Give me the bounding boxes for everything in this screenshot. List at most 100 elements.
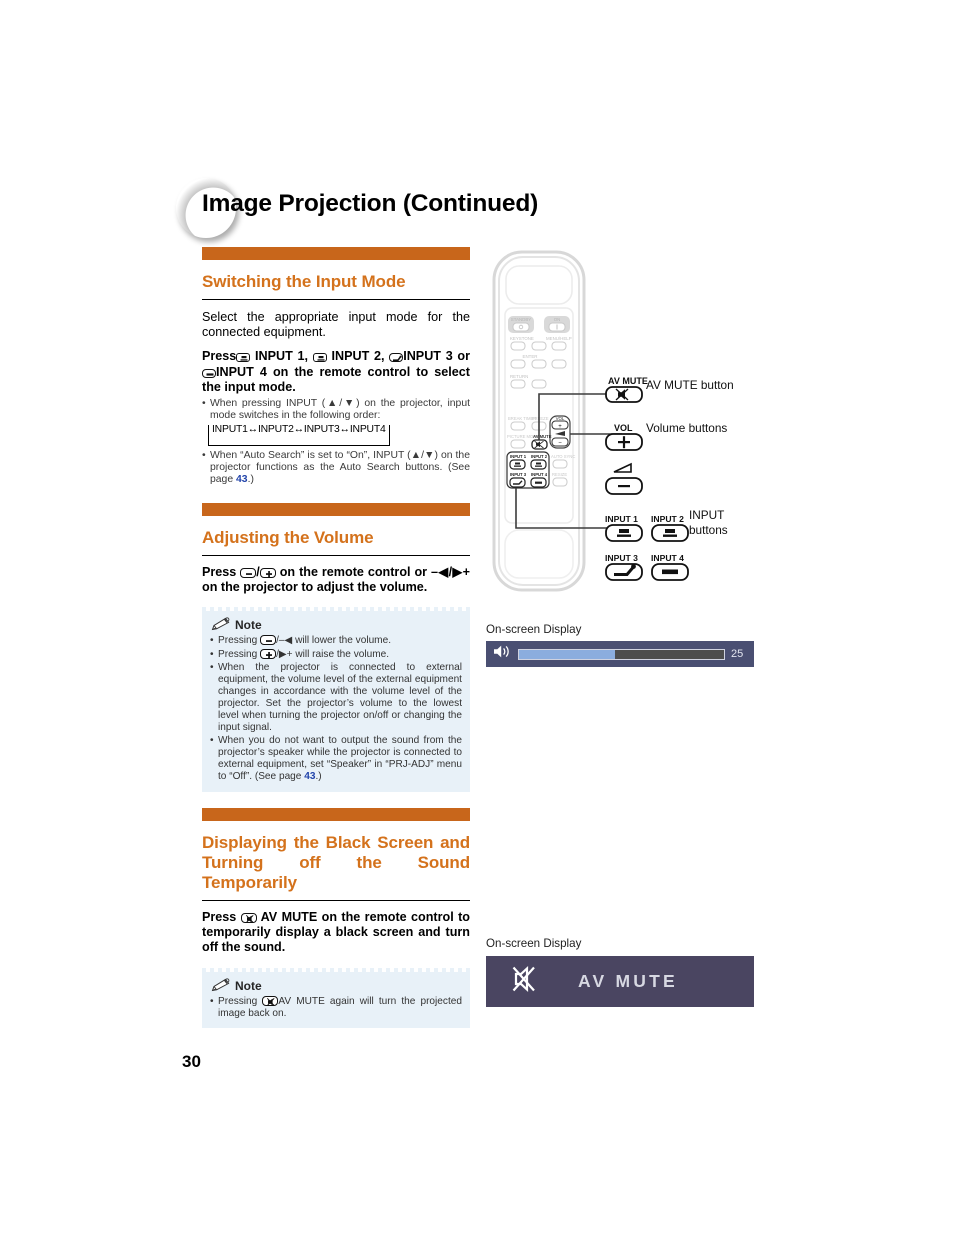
svg-text:INPUT 4: INPUT 4 bbox=[651, 553, 684, 563]
input-loop-diagram: INPUT1↔INPUT2↔INPUT3↔INPUT4 bbox=[208, 424, 390, 447]
input2-key-icon bbox=[312, 353, 327, 363]
svg-text:INPUT 3: INPUT 3 bbox=[510, 472, 527, 477]
svg-text:MENU/HELP: MENU/HELP bbox=[546, 336, 572, 341]
osd-volume-bar: 25 bbox=[486, 641, 754, 667]
page-number: 30 bbox=[182, 1052, 201, 1071]
volume-up-key-icon bbox=[259, 567, 276, 578]
note-speaker-off: When you do not want to output the sound… bbox=[210, 735, 462, 783]
callout-input-buttons-line1: INPUT bbox=[689, 508, 725, 522]
note-external-equipment: When the projector is connected to exter… bbox=[210, 662, 462, 735]
callout-key-illustrations: AV MUTE VOL INPUT 1 INPUT 2 INPUT 3 INPU… bbox=[605, 376, 689, 581]
svg-text:INPUT 2: INPUT 2 bbox=[531, 454, 548, 459]
note-header-volume: Note bbox=[210, 617, 462, 632]
volume-instruction: Press / on the remote control or –◀/▶+ o… bbox=[202, 564, 471, 595]
note-avmute-again: Pressing AV MUTE again will turn the pro… bbox=[210, 995, 462, 1020]
note-title-avmute: Note bbox=[235, 978, 262, 993]
heading-rule-avmute bbox=[202, 899, 470, 901]
svg-text:RETURN: RETURN bbox=[510, 374, 528, 379]
svg-text:FREEZE: FREEZE bbox=[532, 416, 549, 421]
note-avmute-prefix: Pressing bbox=[218, 995, 258, 1007]
avmute-instruction: Press AV MUTE on the remote control to t… bbox=[202, 910, 470, 956]
left-column: Switching the Input Mode Select the appr… bbox=[202, 247, 470, 1028]
note-volume-lower: Pressing /–◀ will lower the volume. bbox=[210, 635, 462, 648]
svg-text:INPUT 2: INPUT 2 bbox=[651, 514, 684, 524]
note-box-avmute: Note Pressing AV MUTE again will turn th… bbox=[202, 967, 470, 1028]
press-word: Press bbox=[202, 349, 237, 364]
bullet-auto-search: When “Auto Search” is set to “On”, INPUT… bbox=[202, 450, 470, 487]
heading-rule-volume bbox=[202, 554, 470, 556]
section-divider-bar-volume bbox=[202, 502, 470, 516]
volume-down-key-icon bbox=[240, 567, 257, 578]
svg-text:INPUT 3: INPUT 3 bbox=[605, 553, 638, 563]
svg-text:RESIZE: RESIZE bbox=[552, 472, 567, 477]
volume-up-key-icon-note bbox=[260, 648, 277, 659]
volume-level-track[interactable] bbox=[518, 648, 725, 660]
osd-avmute-text: AV MUTE bbox=[578, 971, 678, 991]
page-reference-43a[interactable]: 43 bbox=[236, 474, 248, 485]
callout-input-buttons-line2: buttons bbox=[689, 523, 728, 537]
callout-av-mute-button: AV MUTE button bbox=[646, 378, 734, 392]
heading-rule bbox=[202, 299, 470, 300]
input1-label: INPUT 1, bbox=[255, 349, 309, 364]
note-title-volume: Note bbox=[235, 618, 262, 633]
input1-key-icon bbox=[236, 353, 251, 363]
input4-label: INPUT 4 on the remote control to select … bbox=[202, 364, 470, 395]
note-header-avmute: Note bbox=[210, 978, 462, 993]
av-mute-key-icon bbox=[240, 912, 257, 923]
manual-page: Image Projection (Continued) Switching t… bbox=[0, 0, 954, 1235]
svg-text:KEYSTONE: KEYSTONE bbox=[510, 336, 534, 341]
note-volume-raise: Pressing /▶+ will raise the volume. bbox=[210, 648, 462, 661]
svg-text:VOL: VOL bbox=[614, 423, 633, 433]
osd-label-volume: On-screen Display bbox=[486, 623, 582, 636]
volume-level-value: 25 bbox=[731, 648, 744, 660]
section-heading-input-mode: Switching the Input Mode bbox=[202, 272, 406, 291]
svg-text:AV MUTE: AV MUTE bbox=[608, 376, 648, 386]
note-pressing-2: Pressing bbox=[218, 648, 258, 660]
note-volume-lower-text: /–◀ will lower the volume. bbox=[276, 635, 392, 647]
osd-label-avmute: On-screen Display bbox=[486, 937, 582, 950]
pencil-icon bbox=[210, 617, 232, 632]
input4-key-icon bbox=[202, 368, 216, 378]
svg-text:STANDBY: STANDBY bbox=[511, 317, 531, 322]
volume-down-key-icon-note bbox=[260, 635, 277, 646]
section-divider-bar bbox=[202, 247, 470, 260]
svg-text:INPUT 1: INPUT 1 bbox=[605, 514, 638, 524]
svg-text:+: + bbox=[558, 424, 562, 430]
page-reference-43b[interactable]: 43 bbox=[304, 771, 315, 782]
svg-text:ENTER: ENTER bbox=[523, 354, 538, 359]
input-loop-text: INPUT1↔INPUT2↔INPUT3↔INPUT4 bbox=[211, 424, 387, 436]
avmute-press-word: Press bbox=[202, 909, 237, 924]
osd-avmute-banner: AV MUTE bbox=[486, 956, 754, 1007]
bullet-input-order: When pressing INPUT (▲/▼) on the project… bbox=[202, 398, 470, 422]
svg-text:AV MUTE: AV MUTE bbox=[533, 434, 552, 439]
input-mode-instruction: Press INPUT 1, INPUT 2, INPUT 3 or INPUT… bbox=[202, 349, 470, 395]
page-reference-tail-b: .) bbox=[315, 771, 322, 783]
speaker-icon bbox=[493, 644, 512, 664]
page-reference-tail-a: .) bbox=[247, 474, 254, 486]
volume-instruction-mid: on the remote control or bbox=[279, 564, 428, 579]
svg-text:VOL: VOL bbox=[556, 416, 565, 421]
volume-press-word: Press bbox=[202, 564, 237, 579]
osd-avmute-group: On-screen Display AV MUTE bbox=[486, 937, 754, 1007]
svg-text:ON: ON bbox=[554, 317, 561, 322]
callout-volume-buttons: Volume buttons bbox=[646, 421, 728, 435]
note-volume-raise-text: /▶+ will raise the volume. bbox=[276, 648, 390, 660]
osd-volume-group: On-screen Display 25 bbox=[486, 623, 754, 667]
section-divider-bar-avmute bbox=[202, 807, 470, 821]
page-title: Image Projection (Continued) bbox=[202, 190, 539, 217]
av-mute-key-icon-note bbox=[262, 995, 279, 1006]
section-heading-avmute: Displaying the Black Screen and Turning … bbox=[202, 832, 470, 892]
section-heading-volume: Adjusting the Volume bbox=[202, 527, 374, 547]
pencil-icon-2 bbox=[210, 978, 232, 993]
volume-level-fill bbox=[519, 649, 616, 659]
svg-text:INPUT 1: INPUT 1 bbox=[510, 454, 527, 459]
svg-text:AUTO SYNC: AUTO SYNC bbox=[551, 454, 575, 459]
input-mode-intro: Select the appropriate input mode for th… bbox=[202, 310, 470, 340]
input-mode-bullets: When pressing INPUT (▲/▼) on the project… bbox=[202, 398, 470, 487]
svg-text:−: − bbox=[558, 441, 562, 447]
input3-label: INPUT 3 or bbox=[403, 349, 471, 364]
input3-key-icon bbox=[389, 353, 404, 363]
av-mute-icon bbox=[508, 962, 542, 1001]
note-pressing-1: Pressing bbox=[218, 635, 258, 647]
svg-text:INPUT 4: INPUT 4 bbox=[531, 472, 548, 477]
